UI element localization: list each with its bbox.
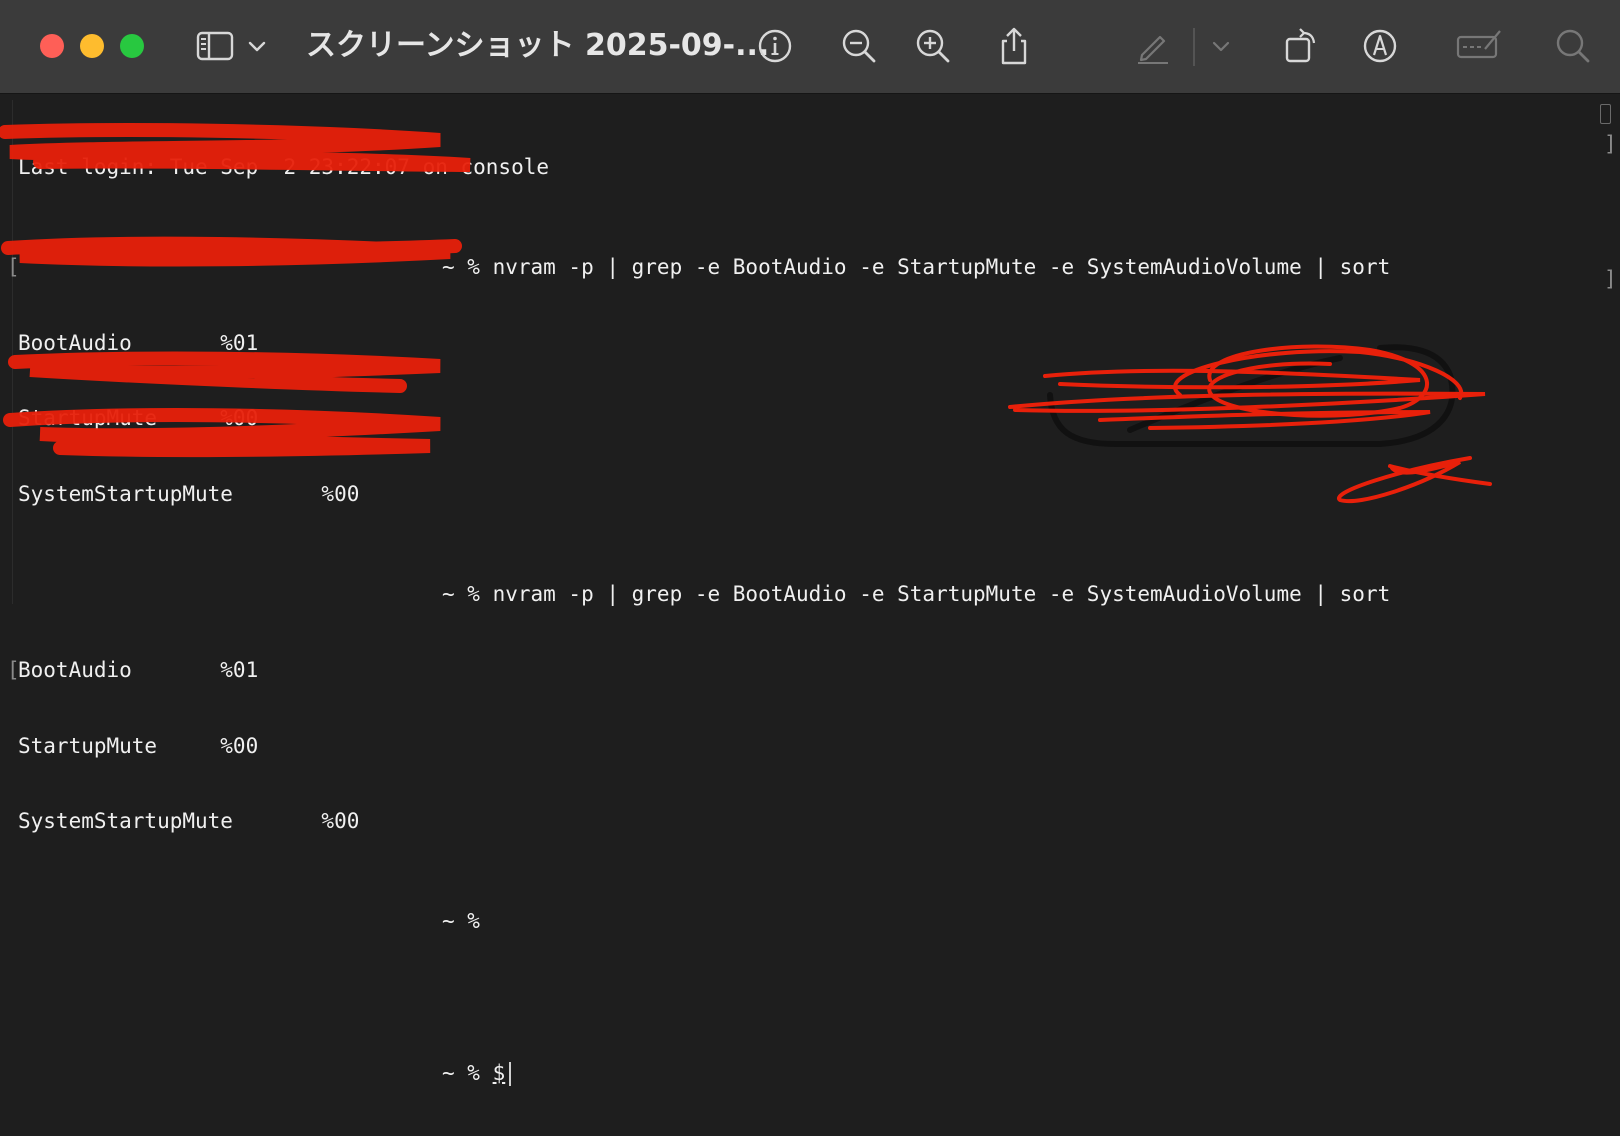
prompt-text: ~ %	[442, 909, 480, 934]
markup-icon[interactable]	[1359, 25, 1401, 67]
command-text: ~ % nvram -p | grep -e BootAudio -e Star…	[442, 254, 1391, 279]
terminal-output: Last login: Tue Sep 2 23:22:07 on consol…	[7, 106, 1391, 1136]
line-marker: [	[7, 254, 20, 279]
line-marker: [	[7, 657, 20, 682]
output-line: BootAudio %01	[18, 330, 259, 355]
close-button[interactable]	[40, 34, 64, 58]
search-icon[interactable]	[1552, 25, 1594, 67]
prompt-line-3: ~ %	[18, 908, 1390, 936]
sidebar-icon[interactable]	[194, 25, 236, 67]
zoom-out-icon[interactable]	[838, 25, 880, 67]
line-marker: ]	[1604, 267, 1617, 291]
typed-text: $	[492, 1060, 506, 1085]
command-text: ~ % nvram -p | grep -e BootAudio -e Star…	[442, 581, 1391, 606]
zoom-in-icon[interactable]	[912, 25, 954, 67]
output-line: SystemStartupMute %00	[18, 482, 360, 507]
prompt-text: ~ %	[442, 1060, 480, 1085]
output-line: StartupMute %00	[18, 733, 259, 758]
output-line: StartupMute %00	[18, 406, 259, 431]
share-icon[interactable]	[993, 25, 1035, 67]
output-line: [BootAudio %01	[7, 657, 1390, 685]
title-bar: スクリーンショット 2025-09-...	[0, 0, 1620, 94]
scrollbar[interactable]	[1600, 104, 1611, 124]
command-line-2: ~ % nvram -p | grep -e BootAudio -e Star…	[18, 581, 1390, 609]
line-marker: ]	[1604, 132, 1617, 156]
markup-pen-icon	[1132, 25, 1174, 67]
chevron-down-icon[interactable]	[244, 25, 270, 67]
output-line: SystemStartupMute %00	[18, 809, 360, 834]
terminal-view[interactable]: Last login: Tue Sep 2 23:22:07 on consol…	[7, 100, 1617, 1086]
minimize-button[interactable]	[80, 34, 104, 58]
window-title: スクリーンショット 2025-09-...	[306, 28, 770, 63]
signature-icon	[1455, 25, 1503, 67]
last-login-line: Last login: Tue Sep 2 23:22:07 on consol…	[18, 155, 550, 179]
command-line-1: [ ~ % nvram -p | grep -e BootAudio -e Sta…	[7, 254, 1391, 282]
toolbar-divider	[1193, 28, 1195, 66]
rotate-icon[interactable]	[1281, 25, 1323, 67]
prompt-line-4: ~ % $	[18, 1060, 1390, 1088]
text-cursor	[509, 1061, 512, 1086]
info-icon[interactable]	[754, 25, 796, 67]
maximize-button[interactable]	[120, 34, 144, 58]
chevron-down-icon	[1208, 25, 1234, 67]
